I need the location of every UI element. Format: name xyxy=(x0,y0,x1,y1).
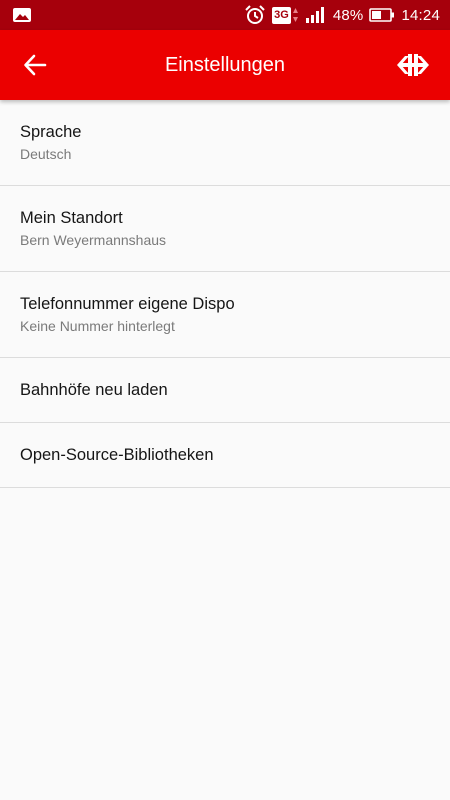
sbb-logo-icon xyxy=(396,53,430,77)
settings-item-language[interactable]: Sprache Deutsch xyxy=(0,100,450,186)
page-title: Einstellungen xyxy=(164,54,286,76)
gallery-icon xyxy=(12,7,32,23)
settings-item-phone-number[interactable]: Telefonnummer eigene Dispo Keine Nummer … xyxy=(0,272,450,358)
settings-item-title: Open-Source-Bibliotheken xyxy=(20,446,214,464)
battery-icon xyxy=(369,7,395,23)
battery-percent: 48% xyxy=(332,6,364,24)
settings-item-title: Telefonnummer eigene Dispo xyxy=(20,295,235,313)
status-left xyxy=(12,7,244,23)
settings-item-subtitle: Keine Nummer hinterlegt xyxy=(20,318,175,334)
status-bar: 3G 48% 14:24 xyxy=(0,0,450,30)
network-3g-icon: 3G xyxy=(272,6,299,24)
settings-item-subtitle: Deutsch xyxy=(20,146,72,162)
settings-item-location[interactable]: Mein Standort Bern Weyermannshaus xyxy=(0,186,450,272)
network-type-label: 3G xyxy=(272,6,291,24)
settings-item-title: Sprache xyxy=(20,123,82,141)
settings-item-subtitle: Bern Weyermannshaus xyxy=(20,232,167,248)
settings-item-open-source-libraries[interactable]: Open-Source-Bibliotheken xyxy=(0,423,450,488)
status-right: 3G 48% 14:24 xyxy=(244,5,440,25)
arrow-left-icon xyxy=(23,54,47,76)
back-button[interactable] xyxy=(20,51,50,79)
settings-item-title: Mein Standort xyxy=(20,209,123,227)
signal-icon xyxy=(305,6,327,24)
app-bar: Einstellungen xyxy=(0,30,450,100)
alarm-icon xyxy=(244,5,266,25)
settings-item-title: Bahnhöfe neu laden xyxy=(20,381,168,399)
settings-list: Sprache Deutsch Mein Standort Bern Weyer… xyxy=(0,100,450,488)
clock: 14:24 xyxy=(401,6,440,24)
settings-item-reload-stations[interactable]: Bahnhöfe neu laden xyxy=(0,358,450,423)
